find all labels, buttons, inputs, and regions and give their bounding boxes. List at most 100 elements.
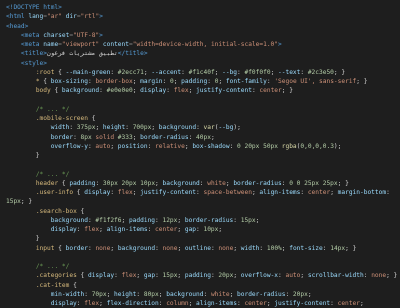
code-token: { [87,115,96,122]
code-line: .cat-item { [0,281,400,290]
code-token: ; [255,216,260,224]
code-editor[interactable]: <!DOCTYPE html> <html lang="ar" dir="rtl"… [0,0,400,307]
code-line: <style> [0,59,400,68]
code-token: border-radius [140,133,189,141]
code-token: --bg [222,68,238,76]
code-line: body { background: #e0e0e0; display: fle… [0,86,400,95]
code-token: { [69,281,77,289]
code-token: ; [95,124,103,132]
code-token: none [218,244,234,252]
code-token: : [69,124,77,132]
code-token: #e0e0e0 [106,87,133,95]
code-token: flex [117,189,133,196]
code-token: ; } [20,198,33,206]
code-token: ; [151,124,159,132]
code-token: ; [177,244,185,252]
code-token: body [35,87,51,95]
code-token: ; [99,226,107,233]
code-token: : [110,189,118,196]
code-token: ; } [281,87,293,95]
code-token: "UTF-8" [73,31,100,39]
code-token: #2c3e50 [307,68,334,76]
code-token: charset [43,31,70,39]
code-token: : [330,300,338,307]
code-token: : [196,189,204,196]
code-token: display [87,272,115,280]
code-token: padding [69,179,96,187]
code-token: flex [84,300,100,307]
code-token: <meta [20,41,44,48]
code-token: border-radius [233,179,282,187]
code-token: dir [61,13,77,21]
code-line: /* ... */ [0,170,400,179]
code-token: 375px [76,124,96,132]
code-token: border-radius [184,216,234,224]
code-token: { [39,78,51,85]
code-token: overflow-y [50,142,88,150]
code-token: background [61,87,100,95]
code-token: 0 20px 50px [237,142,279,150]
code-token: ); [233,124,241,132]
code-token: ; [359,300,364,307]
code-token: 40px [196,133,211,141]
code-token: { [54,68,66,76]
code-token: : [300,68,308,76]
code-token: border [65,244,88,252]
code-line: background: #f1f2f6; padding: 12px; bord… [0,216,400,225]
code-line: } [0,234,400,243]
code-token: { [58,179,70,187]
code-token: > [99,31,103,39]
code-token: </title> [117,50,148,58]
code-token: scrollbar-width [307,272,364,280]
code-token: border-box [95,78,133,85]
code-token: display [50,300,77,307]
code-token: height [114,290,137,298]
code-token: --main-green [65,68,111,76]
code-token: : [285,290,293,298]
code-token: background [117,244,156,252]
code-token: ; [177,272,185,280]
code-token: ; [136,272,144,280]
code-token: ; [158,290,167,298]
code-token: auto [95,142,111,150]
code-token: 700px [132,124,152,132]
code-token: :root [35,68,55,76]
code-token: ; [99,300,107,307]
code-token: ; [155,179,163,187]
code-token: تطبيق مشتريات فرعون [46,50,118,58]
code-token: ; [106,290,115,298]
code-line: <meta charset="UTF-8"> [0,31,400,40]
code-token: none [371,272,387,280]
code-token: outline [184,244,211,252]
code-token: .user-info [35,189,74,196]
code-line: /* ... */ [0,105,400,114]
code-line: } [0,151,400,160]
code-token: width [240,244,260,252]
code-token: : [181,68,189,76]
code-token: flex-direction [106,300,159,307]
code-token: 70px [91,290,107,298]
code-token: : [386,189,390,196]
code-token: center [307,189,331,196]
code-token: ; [300,272,308,280]
code-token: white [210,290,230,298]
code-token: input [35,244,55,252]
code-token: : [166,87,174,95]
code-token: ; [121,216,129,224]
code-token: "width=device-width, initial-scale=1.0" [132,41,279,48]
code-token: flex [84,226,100,233]
code-line: .search-box { [0,207,400,216]
code-token: ; [110,142,118,150]
code-token: ; } [333,68,346,76]
